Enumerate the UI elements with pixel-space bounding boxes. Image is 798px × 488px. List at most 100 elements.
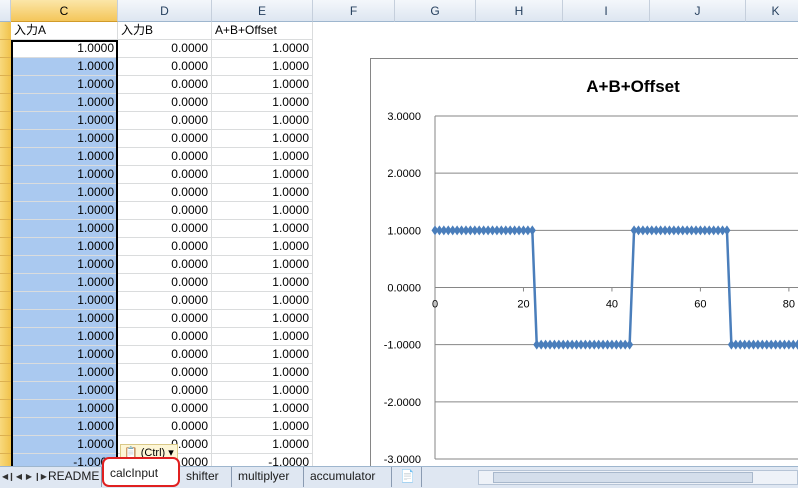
cell-e[interactable]: 1.0000 bbox=[212, 382, 313, 400]
tab-calcinput[interactable]: calcInput bbox=[102, 457, 180, 487]
spreadsheet-grid[interactable]: CDEFGHIJK 入力A 入力B A+B+Offset 1.0000 0.000… bbox=[0, 0, 798, 466]
column-header[interactable]: K bbox=[746, 0, 798, 22]
cell-d[interactable]: 0.0000 bbox=[118, 418, 212, 436]
cell-e[interactable]: 1.0000 bbox=[212, 346, 313, 364]
cell-c[interactable]: 1.0000 bbox=[11, 346, 118, 364]
cell-e[interactable]: 1.0000 bbox=[212, 364, 313, 382]
cell-c[interactable]: 1.0000 bbox=[11, 166, 118, 184]
cell-c[interactable]: 1.0000 bbox=[11, 112, 118, 130]
row-header[interactable] bbox=[0, 112, 11, 130]
row-header[interactable] bbox=[0, 94, 11, 112]
cell-c[interactable]: 1.0000 bbox=[11, 256, 118, 274]
cell-d[interactable]: 0.0000 bbox=[118, 58, 212, 76]
cell-d[interactable]: 0.0000 bbox=[118, 346, 212, 364]
row-header[interactable] bbox=[0, 418, 11, 436]
row-header[interactable] bbox=[0, 148, 11, 166]
row-header[interactable] bbox=[0, 130, 11, 148]
cell-d[interactable]: 0.0000 bbox=[118, 202, 212, 220]
horizontal-scrollbar[interactable] bbox=[478, 470, 798, 485]
column-header[interactable]: G bbox=[395, 0, 476, 22]
cell-c[interactable]: 1.0000 bbox=[11, 274, 118, 292]
column-header[interactable]: F bbox=[313, 0, 395, 22]
cell-c[interactable]: 1.0000 bbox=[11, 148, 118, 166]
first-sheet-icon[interactable]: ◀❙ bbox=[2, 470, 15, 484]
cell-e[interactable]: 1.0000 bbox=[212, 436, 313, 454]
tab-readme[interactable]: README bbox=[42, 467, 102, 487]
column-header[interactable]: E bbox=[212, 0, 313, 22]
cell-e[interactable]: 1.0000 bbox=[212, 184, 313, 202]
cell-e[interactable]: 1.0000 bbox=[212, 130, 313, 148]
cell-c[interactable]: 1.0000 bbox=[11, 328, 118, 346]
cell-d[interactable]: 0.0000 bbox=[118, 148, 212, 166]
cell-d[interactable]: 0.0000 bbox=[118, 310, 212, 328]
cell-e[interactable]: 1.0000 bbox=[212, 292, 313, 310]
cell-c[interactable]: 1.0000 bbox=[11, 220, 118, 238]
scrollbar-thumb[interactable] bbox=[493, 472, 753, 483]
cell-c[interactable]: 1.0000 bbox=[11, 94, 118, 112]
cell-c[interactable]: 1.0000 bbox=[11, 310, 118, 328]
select-all-corner[interactable] bbox=[0, 0, 11, 22]
row-header[interactable] bbox=[0, 58, 11, 76]
row-header[interactable] bbox=[0, 184, 11, 202]
cell-e[interactable]: 1.0000 bbox=[212, 112, 313, 130]
cell-c[interactable]: 1.0000 bbox=[11, 436, 118, 454]
cell-e[interactable]: 1.0000 bbox=[212, 328, 313, 346]
cell-e[interactable]: 1.0000 bbox=[212, 310, 313, 328]
row-header[interactable] bbox=[0, 328, 11, 346]
column-header[interactable]: D bbox=[118, 0, 212, 22]
cell-e[interactable]: 1.0000 bbox=[212, 202, 313, 220]
row-header[interactable] bbox=[0, 454, 11, 466]
cell-d[interactable]: 0.0000 bbox=[118, 274, 212, 292]
cell-d[interactable]: 0.0000 bbox=[118, 76, 212, 94]
row-header[interactable] bbox=[0, 220, 11, 238]
row-header[interactable] bbox=[0, 274, 11, 292]
cell-d[interactable]: 0.0000 bbox=[118, 112, 212, 130]
cell-c[interactable]: 1.0000 bbox=[11, 292, 118, 310]
cell-d[interactable]: 0.0000 bbox=[118, 130, 212, 148]
cell-e-header[interactable]: A+B+Offset bbox=[212, 22, 313, 40]
cell-d[interactable]: 0.0000 bbox=[118, 184, 212, 202]
row-header[interactable] bbox=[0, 256, 11, 274]
cell-d[interactable]: 0.0000 bbox=[118, 400, 212, 418]
cell-c[interactable]: 1.0000 bbox=[11, 184, 118, 202]
cell-c[interactable]: 1.0000 bbox=[11, 382, 118, 400]
tab-accumulator[interactable]: accumulator bbox=[304, 467, 392, 487]
cell-c[interactable]: 1.0000 bbox=[11, 400, 118, 418]
cell-d[interactable]: 0.0000 bbox=[118, 382, 212, 400]
column-header[interactable]: J bbox=[650, 0, 746, 22]
cell-e[interactable]: 1.0000 bbox=[212, 418, 313, 436]
cell-e[interactable]: 1.0000 bbox=[212, 220, 313, 238]
insert-sheet-icon[interactable]: 📄 bbox=[394, 467, 422, 487]
row-header[interactable] bbox=[0, 346, 11, 364]
cell-e[interactable]: -1.0000 bbox=[212, 454, 313, 466]
row-header[interactable] bbox=[0, 202, 11, 220]
column-header[interactable]: H bbox=[476, 0, 563, 22]
row-header[interactable] bbox=[0, 400, 11, 418]
cell-c[interactable]: 1.0000 bbox=[11, 238, 118, 256]
column-header[interactable]: C bbox=[11, 0, 118, 22]
row-header[interactable] bbox=[0, 364, 11, 382]
cell-d[interactable]: 0.0000 bbox=[118, 328, 212, 346]
cell-e[interactable]: 1.0000 bbox=[212, 76, 313, 94]
tab-shifter[interactable]: shifter bbox=[180, 467, 232, 487]
cell-e[interactable]: 1.0000 bbox=[212, 94, 313, 112]
cell-e[interactable]: 1.0000 bbox=[212, 166, 313, 184]
next-sheet-icon[interactable]: ▶ bbox=[24, 470, 34, 484]
cell-e[interactable]: 1.0000 bbox=[212, 148, 313, 166]
row-header[interactable] bbox=[0, 40, 11, 58]
prev-sheet-icon[interactable]: ◀ bbox=[14, 470, 24, 484]
row-header[interactable] bbox=[0, 76, 11, 94]
cell-e[interactable]: 1.0000 bbox=[212, 400, 313, 418]
cell-d[interactable]: 0.0000 bbox=[118, 94, 212, 112]
cell-c[interactable]: 1.0000 bbox=[11, 40, 118, 58]
row-header[interactable] bbox=[0, 310, 11, 328]
cell-c[interactable]: 1.0000 bbox=[11, 364, 118, 382]
row-header[interactable] bbox=[0, 382, 11, 400]
cell-c-header[interactable]: 入力A bbox=[11, 22, 118, 40]
cell-d[interactable]: 0.0000 bbox=[118, 238, 212, 256]
chart[interactable]: A+B+Offset 3.0000 2.0000 1.0000 0.0000 -1.000… bbox=[370, 58, 798, 466]
cell-d-header[interactable]: 入力B bbox=[118, 22, 212, 40]
cell-d[interactable]: 0.0000 bbox=[118, 40, 212, 58]
cell-e[interactable]: 1.0000 bbox=[212, 40, 313, 58]
cell-e[interactable]: 1.0000 bbox=[212, 256, 313, 274]
